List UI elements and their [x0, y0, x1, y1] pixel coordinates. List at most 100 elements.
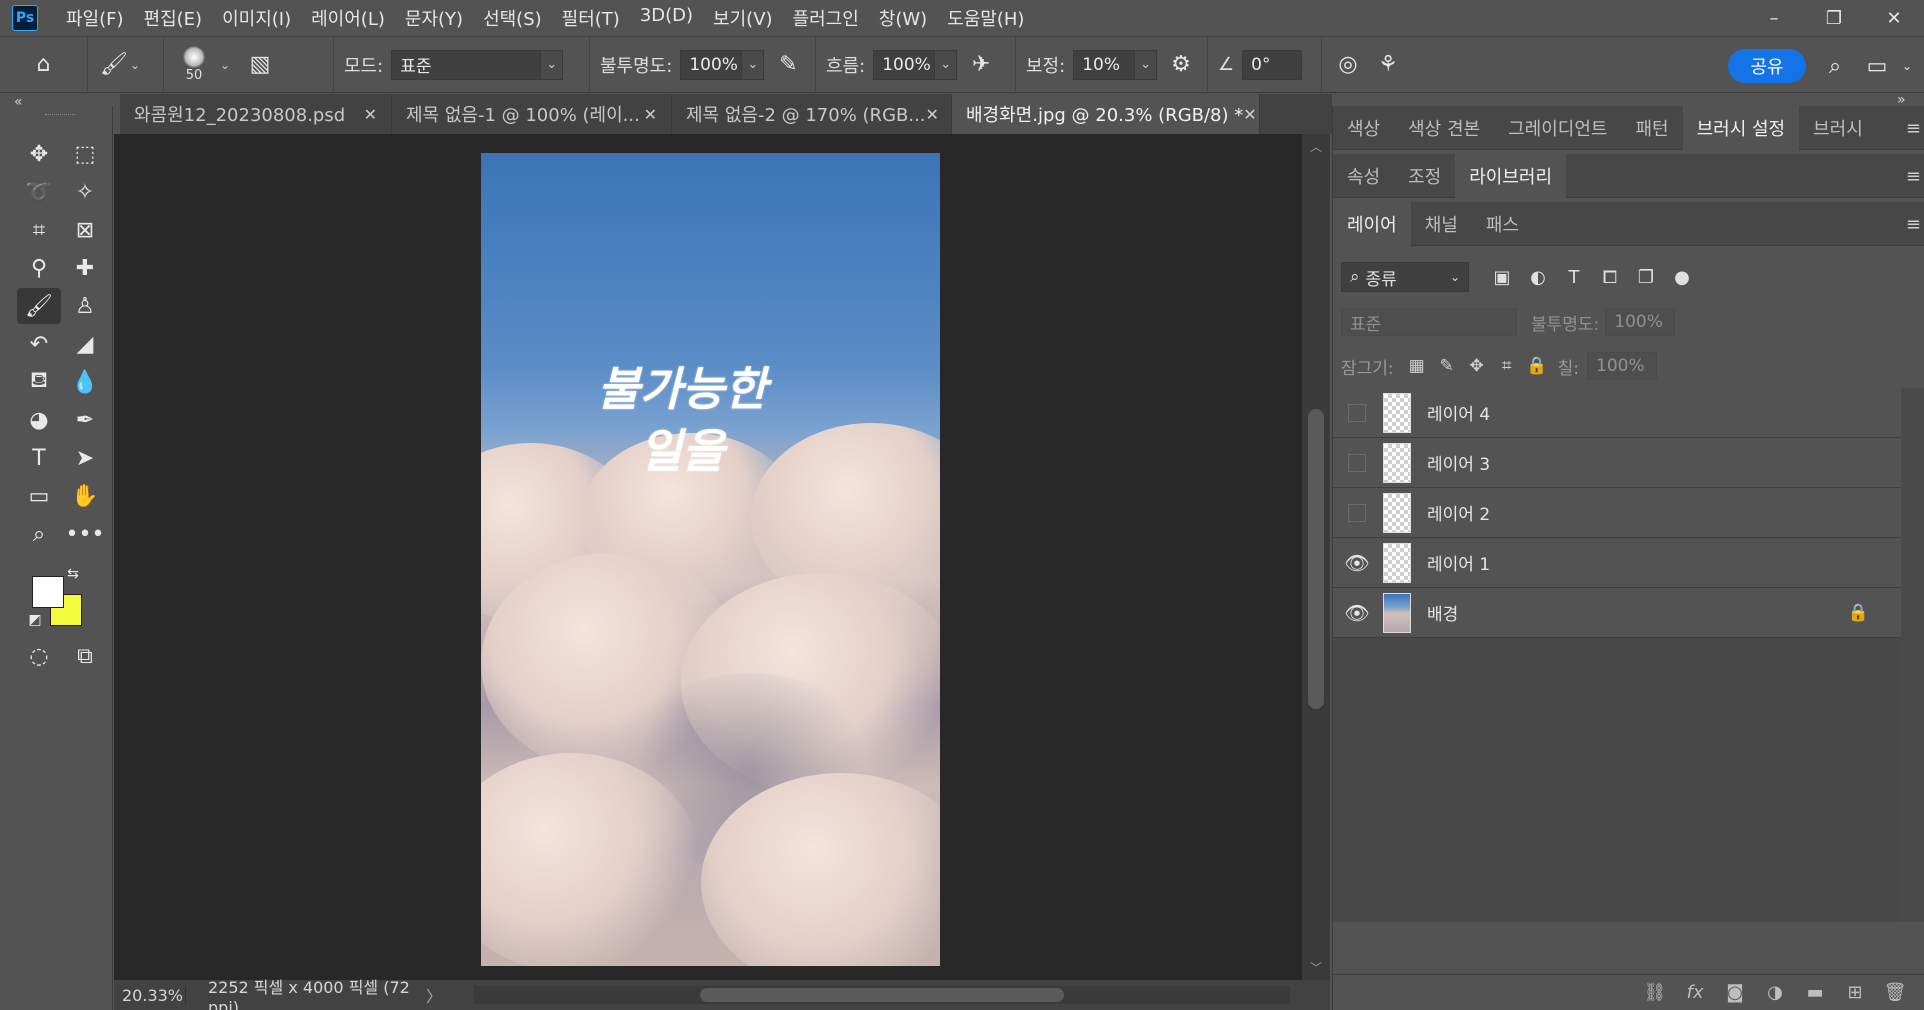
lock-all-icon[interactable]: 🔒	[1522, 351, 1552, 381]
dodge-tool-icon[interactable]: ◕	[17, 402, 61, 438]
pen-tool-icon[interactable]: ✒	[63, 402, 107, 438]
crop-tool-icon[interactable]: ⌗	[17, 212, 61, 248]
minimize-button[interactable]: –	[1744, 0, 1804, 36]
rectangle-tool-icon[interactable]: ▭	[17, 478, 61, 514]
airbrush-icon[interactable]: ✈	[965, 49, 997, 81]
blur-tool-icon[interactable]: 💧	[63, 364, 107, 400]
mode-select[interactable]: 표준	[391, 49, 542, 80]
chevron-down-icon[interactable]: ⌄	[220, 58, 230, 72]
link-layers-icon[interactable]: ⛓	[1635, 978, 1675, 1008]
scroll-down-icon[interactable]: ﹀	[1310, 959, 1322, 976]
tab-paths[interactable]: 패스	[1472, 202, 1533, 246]
zoom-level[interactable]: 20.33%	[114, 985, 186, 1005]
chevron-down-icon[interactable]: ⌄	[742, 49, 765, 80]
blend-mode-select[interactable]: 표준	[1341, 308, 1517, 336]
marquee-tool-icon[interactable]: ⬚	[63, 136, 107, 172]
share-button[interactable]: 공유	[1728, 49, 1806, 83]
flow-input[interactable]: 100%	[873, 49, 936, 80]
workspace-icon[interactable]: ▭	[1860, 49, 1894, 83]
pixel-layer-filter-icon[interactable]: ▣	[1487, 262, 1517, 292]
menu-filter[interactable]: 필터(T)	[552, 5, 630, 31]
menu-image[interactable]: 이미지(I)	[212, 5, 301, 31]
canvas-area[interactable]: 불가능한 일을	[114, 134, 1302, 980]
scrollbar-thumb[interactable]	[700, 988, 1064, 1002]
history-brush-tool-icon[interactable]: ↶	[17, 326, 61, 362]
tab-swatches[interactable]: 색상 견본	[1394, 106, 1494, 150]
close-icon[interactable]: ✕	[644, 105, 657, 124]
shape-layer-filter-icon[interactable]: ⧠	[1595, 262, 1625, 292]
menu-3d[interactable]: 3D(D)	[630, 5, 703, 31]
lock-icon[interactable]: 🔒	[1848, 603, 1869, 623]
tab-gradients[interactable]: 그레이디언트	[1494, 106, 1621, 150]
pressure-size-icon[interactable]: ◎	[1332, 49, 1364, 81]
layer-row[interactable]: 레이어 4	[1333, 388, 1901, 438]
menu-edit[interactable]: 편집(E)	[134, 5, 213, 31]
chevron-down-icon[interactable]: ⌄	[130, 58, 140, 72]
menu-window[interactable]: 창(W)	[869, 5, 937, 31]
lasso-tool-icon[interactable]: ➰	[17, 174, 61, 210]
tab-color[interactable]: 색상	[1333, 106, 1394, 150]
tab-properties[interactable]: 속성	[1333, 154, 1394, 198]
type-layer-filter-icon[interactable]: T	[1559, 262, 1589, 292]
menu-view[interactable]: 보기(V)	[703, 5, 782, 31]
close-icon[interactable]: ✕	[364, 105, 377, 124]
trash-icon[interactable]: 🗑	[1875, 978, 1915, 1008]
lock-transparent-icon[interactable]: ▦	[1402, 351, 1432, 381]
menu-layer[interactable]: 레이어(L)	[301, 5, 395, 31]
gear-icon[interactable]: ⚙	[1165, 49, 1197, 81]
fill-input[interactable]: 100%	[1587, 352, 1658, 380]
adjustment-layer-icon[interactable]: ◑	[1755, 978, 1795, 1008]
restore-button[interactable]: ❐	[1804, 0, 1864, 36]
angle-input[interactable]: 0°	[1242, 49, 1303, 80]
scroll-up-icon[interactable]: ︿	[1310, 138, 1322, 155]
pressure-opacity-icon[interactable]: ✎	[772, 49, 804, 81]
chevron-down-icon[interactable]: ⌄	[935, 49, 958, 80]
chevron-down-icon[interactable]: ⌄	[1890, 49, 1924, 83]
clone-stamp-tool-icon[interactable]: ♙	[63, 288, 107, 324]
eye-icon[interactable]: 👁	[1333, 551, 1381, 575]
move-tool-icon[interactable]: ✥	[17, 136, 61, 172]
tab-patterns[interactable]: 패턴	[1621, 106, 1682, 150]
adjustment-layer-filter-icon[interactable]: ◐	[1523, 262, 1553, 292]
layer-opacity-input[interactable]: 100%	[1605, 308, 1676, 336]
doc-tab-1[interactable]: 와콤원12_20230808.psd ✕	[120, 94, 392, 134]
brush-settings-toggle-icon[interactable]: ▧	[244, 49, 276, 81]
panel-grip[interactable]	[45, 114, 75, 117]
search-icon[interactable]: ⌕	[1818, 49, 1852, 83]
symmetry-icon[interactable]: ⚘	[1372, 49, 1404, 81]
chevron-down-icon[interactable]: ⌄	[1135, 49, 1158, 80]
eyedropper-tool-icon[interactable]: ⚲	[17, 250, 61, 286]
hand-tool-icon[interactable]: ✋	[63, 478, 107, 514]
filter-toggle-icon[interactable]: ●	[1667, 262, 1697, 292]
menu-help[interactable]: 도움말(H)	[937, 5, 1034, 31]
home-icon[interactable]: ⌂	[28, 49, 60, 81]
magic-wand-tool-icon[interactable]: ✧	[63, 174, 107, 210]
menu-plugins[interactable]: 플러그인	[783, 5, 869, 31]
new-group-icon[interactable]: ▬	[1795, 978, 1835, 1008]
smart-object-filter-icon[interactable]: ❐	[1631, 262, 1661, 292]
path-selection-tool-icon[interactable]: ➤	[63, 440, 107, 476]
lock-artboard-icon[interactable]: ⌗	[1492, 351, 1522, 381]
layer-row[interactable]: 레이어 2	[1333, 488, 1901, 538]
close-icon[interactable]: ✕	[926, 105, 939, 124]
brush-tool-icon[interactable]: 🖌	[17, 288, 61, 324]
status-menu-chevron-icon[interactable]: 〉	[426, 983, 450, 1007]
layer-row[interactable]: 👁 레이어 1	[1333, 538, 1901, 588]
doc-tab-3[interactable]: 제목 없음-2 @ 170% (RGB... ✕	[672, 94, 952, 134]
vertical-scrollbar[interactable]: ︿ ﹀	[1302, 134, 1330, 980]
frame-tool-icon[interactable]: ⊠	[63, 212, 107, 248]
screen-mode-icon[interactable]: ⧉	[63, 638, 107, 674]
layer-filter-select[interactable]: ⌕ 종류 ⌄	[1341, 262, 1469, 292]
tab-channels[interactable]: 채널	[1411, 202, 1472, 246]
scrollbar-thumb[interactable]	[1308, 409, 1324, 709]
panel-menu-icon[interactable]: ≡	[1906, 214, 1921, 235]
visibility-toggle[interactable]	[1333, 403, 1381, 422]
eraser-tool-icon[interactable]: ◢	[63, 326, 107, 362]
brush-size-picker[interactable]: 50	[174, 46, 214, 83]
lock-position-icon[interactable]: ✥	[1462, 351, 1492, 381]
layer-row[interactable]: 👁 배경 🔒	[1333, 588, 1901, 638]
visibility-toggle[interactable]	[1333, 503, 1381, 522]
tab-brush-settings[interactable]: 브러시 설정	[1682, 106, 1800, 150]
menu-select[interactable]: 선택(S)	[473, 5, 552, 31]
default-colors-icon[interactable]: ◩	[25, 610, 45, 630]
